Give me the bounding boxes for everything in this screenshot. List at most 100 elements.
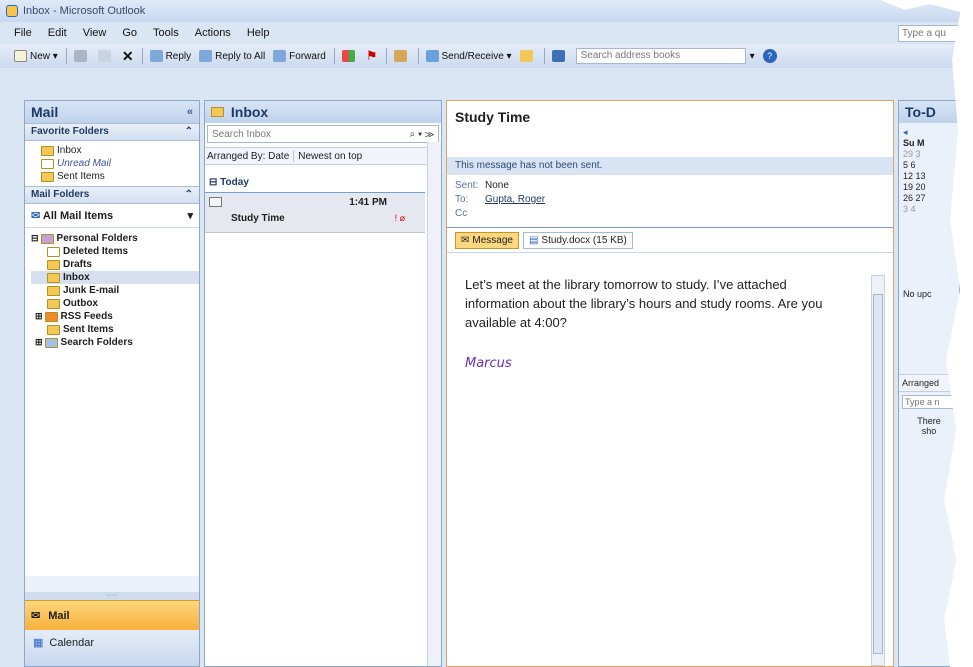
categorize-icon: [341, 50, 355, 62]
nav-title: Mail: [31, 104, 59, 120]
folder-search-folders[interactable]: ⊞ Search Folders: [31, 336, 199, 349]
address-dropdown[interactable]: ▾: [750, 51, 755, 62]
menu-help[interactable]: Help: [247, 27, 270, 39]
reply-all-icon: [199, 50, 213, 62]
new-button[interactable]: New ▾: [14, 50, 58, 62]
nav-header: Mail «: [25, 101, 199, 123]
search-folder-icon: [41, 158, 54, 169]
address-book-icon-button[interactable]: [551, 50, 568, 62]
signature: Marcus: [465, 356, 512, 371]
menu-tools[interactable]: Tools: [153, 27, 179, 39]
message-subject: Study Time: [231, 213, 285, 224]
menu-bar: File Edit View Go Tools Actions Help: [0, 22, 960, 44]
today-date-row: 19 20: [903, 182, 926, 192]
mail-icon: ✉: [31, 610, 41, 622]
address-book-button[interactable]: [393, 50, 410, 62]
folder-outbox[interactable]: Outbox: [31, 297, 199, 310]
message-tab[interactable]: ✉ Message: [455, 231, 519, 249]
menu-file[interactable]: File: [14, 27, 32, 39]
envelope-icon: [209, 197, 222, 207]
rss-icon: [44, 311, 58, 322]
mail-nav-button[interactable]: ✉ Mail: [25, 600, 199, 630]
move-button[interactable]: [97, 50, 114, 62]
reply-icon: [149, 50, 163, 62]
menu-edit[interactable]: Edit: [48, 27, 67, 39]
forward-button[interactable]: Forward: [273, 50, 326, 62]
reply-button[interactable]: Reply: [149, 50, 191, 62]
new-task-input[interactable]: Type a n: [902, 395, 956, 409]
pane-resize-grip[interactable]: ·····: [25, 592, 199, 600]
menu-view[interactable]: View: [83, 27, 107, 39]
menu-actions[interactable]: Actions: [195, 27, 231, 39]
outlook-window: Inbox - Microsoft Outlook File Edit View…: [0, 0, 960, 667]
reply-all-button[interactable]: Reply to All: [199, 50, 265, 62]
follow-up-button[interactable]: ⚑: [366, 48, 378, 64]
folder-rss-feeds[interactable]: ⊞ RSS Feeds: [31, 310, 199, 323]
fav-inbox[interactable]: Inbox: [41, 144, 199, 157]
book-icon: [551, 50, 565, 62]
address-book-icon: [393, 50, 407, 62]
arranged-by-button[interactable]: Arranged By: Date: [207, 150, 295, 162]
send-receive-button[interactable]: Send/Receive ▾: [425, 50, 512, 62]
envelope-icon: ✉: [461, 234, 470, 246]
move-icon: [97, 50, 111, 62]
search-icon[interactable]: ⌕ ▾ ≫: [410, 129, 434, 140]
message-headers: Sent: None To: Gupta, Roger Cc: [455, 180, 546, 219]
todo-header: To-D: [899, 101, 959, 123]
task-arrange-bar[interactable]: Arranged: [899, 374, 959, 392]
collapse-icon: ⌃: [184, 189, 193, 200]
separator: [543, 48, 545, 64]
scroll-thumb[interactable]: [873, 294, 883, 654]
message-body: Let’s meet at the library tomorrow to st…: [447, 253, 867, 373]
trash-icon: [47, 246, 60, 257]
find-button[interactable]: [519, 50, 536, 62]
sent-icon: [47, 324, 60, 335]
folder-deleted-items[interactable]: Deleted Items: [31, 245, 199, 258]
folder-sent-items[interactable]: Sent Items: [31, 323, 199, 336]
reading-scrollbar[interactable]: [871, 275, 885, 666]
print-icon: [73, 50, 87, 62]
help-question-box[interactable]: Type a qu: [898, 25, 960, 42]
folder-drafts[interactable]: Drafts: [31, 258, 199, 271]
menu-go[interactable]: Go: [122, 27, 137, 39]
folder-icon: [41, 145, 54, 156]
print-button[interactable]: [73, 50, 90, 62]
group-header-today[interactable]: ⊟ Today: [205, 165, 425, 193]
inbox-header: Inbox: [205, 101, 441, 123]
collapse-nav-button[interactable]: «: [187, 106, 193, 118]
categorize-button[interactable]: [341, 50, 358, 62]
prev-month-icon[interactable]: ◂: [903, 127, 955, 138]
personal-folders-icon: [40, 233, 54, 244]
drafts-icon: [47, 259, 60, 270]
flag-icon: ⚑: [365, 48, 378, 63]
standard-toolbar: New ▾ ✕ Reply Reply to All Forward ⚑ Sen…: [0, 44, 960, 68]
fav-sent-items[interactable]: Sent Items: [41, 170, 199, 183]
mail-folders-header[interactable]: Mail Folders ⌃: [25, 186, 199, 204]
all-mail-items-selector[interactable]: ✉ All Mail Items ▾: [25, 204, 199, 228]
folder-inbox[interactable]: Inbox: [31, 271, 199, 284]
new-icon: [14, 50, 27, 62]
date-navigator[interactable]: ◂ Su M 29 3 5 6 12 13 19 20 26 27 3 4: [899, 123, 959, 219]
inbox-scrollbar[interactable]: [427, 142, 441, 666]
separator: [65, 48, 67, 64]
delete-button[interactable]: ✕: [122, 48, 134, 65]
folder-personal-folders[interactable]: ⊟ Personal Folders: [31, 232, 199, 245]
message-row[interactable]: 1:41 PM Study Time ! ⌀: [205, 193, 425, 233]
word-document-icon: ▤: [528, 234, 539, 246]
junk-icon: [47, 285, 60, 296]
calendar-nav-button[interactable]: ▦ Calendar: [25, 630, 199, 666]
help-icon[interactable]: ?: [762, 49, 777, 63]
sort-order-button[interactable]: Newest on top: [298, 151, 366, 162]
not-sent-notice: This message has not been sent.: [447, 157, 893, 175]
collapse-group-icon: ⊟: [209, 177, 218, 188]
search-inbox-input[interactable]: Search Inbox ⌕ ▾ ≫: [207, 125, 439, 143]
separator: [417, 48, 419, 64]
attachment-tab[interactable]: ▤ Study.docx (15 KB): [522, 231, 633, 249]
folder-junk-email[interactable]: Junk E-mail: [31, 284, 199, 297]
expand-tree-icon: ⊞: [35, 337, 43, 347]
recipient-link[interactable]: Gupta, Roger: [485, 194, 545, 205]
favorite-folders-header[interactable]: Favorite Folders ⌃: [25, 123, 199, 141]
fav-unread-mail[interactable]: Unread Mail: [41, 157, 199, 170]
search-address-books-input[interactable]: Search address books: [575, 48, 746, 64]
search-folders-icon: [44, 337, 58, 348]
